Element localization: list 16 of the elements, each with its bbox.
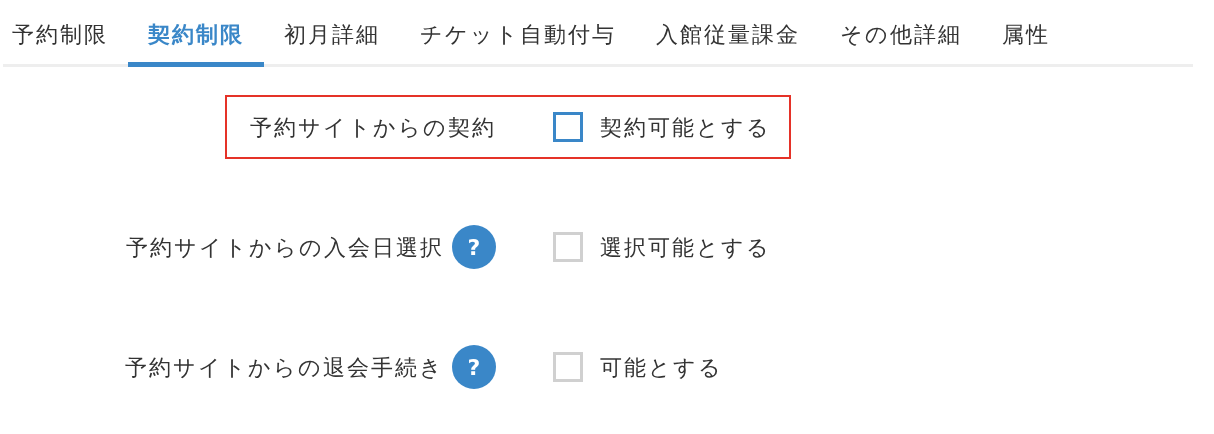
tab[interactable]: 初月詳細 (264, 0, 400, 67)
checkbox-label[interactable]: 契約可能とする (600, 110, 771, 144)
setting-label: 予約サイトからの契約 (250, 113, 496, 142)
checkbox-label[interactable]: 可能とする (600, 350, 723, 384)
setting-label: 予約サイトからの退会手続き (125, 353, 444, 382)
checkbox-label[interactable]: 選択可能とする (600, 230, 771, 264)
tab[interactable]: 予約制限 (0, 0, 128, 67)
help-icon[interactable]: ? (452, 225, 496, 269)
tab[interactable]: 入館従量課金 (636, 0, 820, 67)
tab[interactable]: 属性 (982, 0, 1070, 67)
setting-label: 予約サイトからの入会日選択 (126, 233, 444, 262)
tab[interactable]: 契約制限 (128, 0, 264, 67)
tab[interactable]: チケット自動付与 (400, 0, 636, 67)
help-icon[interactable]: ? (452, 345, 496, 389)
tab[interactable]: その他詳細 (820, 0, 982, 67)
checkbox[interactable] (553, 112, 583, 142)
